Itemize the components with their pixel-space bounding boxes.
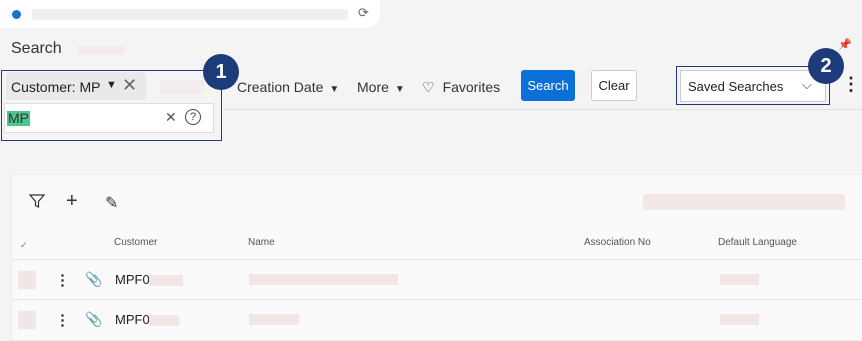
name-redacted <box>249 274 398 285</box>
name-redacted <box>249 314 299 325</box>
pin-icon[interactable]: 📌 <box>838 38 852 51</box>
more-filter[interactable]: More ▼ <box>357 79 405 95</box>
language-redacted <box>720 314 759 325</box>
divider <box>224 109 862 110</box>
language-redacted <box>720 274 759 285</box>
row-divider <box>11 259 862 260</box>
page-title: Search <box>11 40 62 57</box>
chevron-down-icon: ▼ <box>329 84 340 95</box>
attachment-icon[interactable]: 📎 <box>85 271 102 288</box>
heart-icon: ♡ <box>422 79 435 95</box>
callout-badge-1: 1 <box>203 54 239 90</box>
chevron-down-icon: ▼ <box>394 84 405 95</box>
status-dot-icon <box>12 10 21 19</box>
callout-badge-2: 2 <box>808 48 844 84</box>
row-divider <box>11 299 862 300</box>
select-all-checkbox[interactable]: ✓ <box>20 240 28 251</box>
refresh-icon[interactable]: ⟳ <box>358 5 369 21</box>
favorites-label: Favorites <box>442 79 501 95</box>
callout-box-2 <box>676 66 830 105</box>
customer-cell[interactable]: MPF0 <box>115 272 150 287</box>
creation-date-filter[interactable]: Creation Date ▼ <box>237 79 339 95</box>
column-header-customer[interactable]: Customer <box>114 237 157 248</box>
customer-cell[interactable]: MPF0 <box>115 312 150 327</box>
column-header-association-no[interactable]: Association No <box>584 237 651 248</box>
title-redacted <box>78 47 124 55</box>
search-button[interactable]: Search <box>521 70 575 101</box>
url-field-redacted[interactable] <box>32 9 348 20</box>
row-menu-icon[interactable]: ⋮ <box>55 271 70 289</box>
more-label: More <box>357 79 389 95</box>
filter-icon[interactable] <box>28 193 46 214</box>
callout-box-1 <box>1 70 222 141</box>
customer-redacted <box>149 315 179 326</box>
row-checkbox[interactable] <box>18 311 36 329</box>
add-icon[interactable]: + <box>66 190 78 213</box>
creation-date-label: Creation Date <box>237 79 324 95</box>
table-search-redacted <box>643 194 845 210</box>
clear-button[interactable]: Clear <box>591 70 637 101</box>
row-checkbox[interactable] <box>18 271 36 289</box>
customer-redacted <box>149 275 183 286</box>
row-menu-icon[interactable]: ⋮ <box>55 311 70 329</box>
column-header-name[interactable]: Name <box>248 237 275 248</box>
favorites-button[interactable]: ♡ Favorites <box>422 79 500 96</box>
more-options-icon[interactable]: ⋮ <box>842 74 860 95</box>
attachment-icon[interactable]: 📎 <box>85 311 102 328</box>
edit-icon[interactable]: ✎ <box>105 193 118 213</box>
column-header-default-language[interactable]: Default Language <box>718 237 797 248</box>
